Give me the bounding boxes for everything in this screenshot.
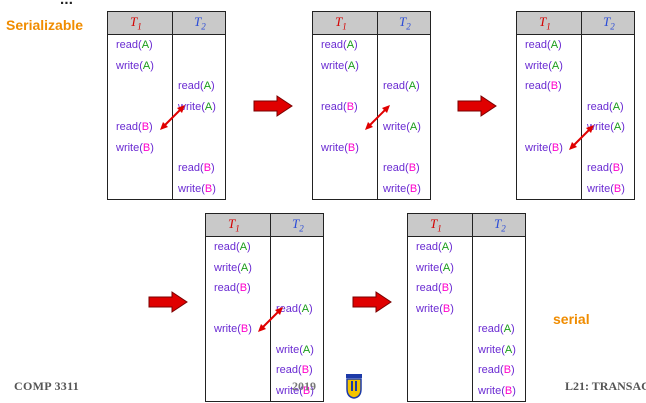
header-t1: T1 (228, 216, 240, 234)
schedule-table-2: T1 T2 read(A) write(A) read(A) read(B) write(A… (312, 11, 431, 200)
schedule-header (408, 214, 525, 237)
operation-read-B: read(B) (276, 364, 313, 376)
transition-arrow-3 (148, 291, 188, 313)
operation-write-A: write(A) (116, 59, 154, 72)
operation-read-A: read(A) (478, 323, 515, 335)
header-t2: T2 (292, 216, 304, 234)
top-fragment-text: ... (60, 0, 73, 6)
operation-write-A: write(A) (478, 343, 516, 356)
operation-read-B: read(B) (383, 162, 420, 174)
operation-write-B: write(B) (383, 182, 421, 195)
header-t2: T2 (603, 14, 615, 32)
operation-read-B: read(B) (178, 162, 215, 174)
header-t1: T1 (335, 14, 347, 32)
swap-arrow-icon (160, 104, 185, 130)
swap-arrow-icon (569, 125, 594, 150)
operation-write-A: write(A) (321, 59, 359, 72)
swap-arrow-icon (365, 104, 390, 130)
schedule-header (313, 12, 430, 35)
schedule-header (517, 12, 634, 35)
schedule-header (206, 214, 323, 237)
header-t1: T1 (539, 14, 551, 32)
column-divider (472, 214, 473, 401)
operation-read-B: read(B) (116, 121, 153, 133)
operation-write-A: write(A) (416, 261, 454, 274)
operation-write-A: write(A) (525, 59, 563, 72)
operation-write-B: write(B) (321, 141, 359, 154)
serializable-label: Serializable (6, 17, 84, 33)
header-t2: T2 (194, 14, 206, 32)
operation-read-A: read(A) (321, 39, 358, 51)
operation-read-A: read(A) (525, 39, 562, 51)
operation-write-A: write(A) (214, 261, 252, 274)
operation-read-A: read(A) (383, 80, 420, 92)
schedule-table-3: T1 T2 read(A) write(A) read(B) read(A) write(A… (516, 11, 635, 200)
schedule-table-1: T1 T2 read(A) write(A) read(A) write(A) read(B… (107, 11, 226, 200)
swap-arrow-icon (258, 306, 283, 332)
footer-lecture: L21: TRANSACT (565, 379, 646, 393)
operation-write-B: write(B) (116, 141, 154, 154)
top-text-fragment: ... (0, 0, 646, 6)
operation-read-A: read(A) (416, 241, 453, 253)
operation-read-A: read(A) (587, 100, 624, 113)
operation-write-A: write(A) (276, 343, 314, 356)
operation-read-B: read(B) (525, 80, 562, 92)
schedule-header (108, 12, 225, 35)
operation-read-B: read(B) (416, 282, 453, 294)
operation-read-A: read(A) (214, 241, 251, 253)
operation-read-B: read(B) (478, 364, 515, 376)
header-subscript: 2 (201, 21, 206, 32)
operation-write-B: write(B) (416, 302, 454, 315)
header-t2: T2 (494, 216, 506, 234)
transition-arrow-1 (253, 95, 293, 117)
operation-write-B: write(B) (214, 323, 252, 335)
header-subscript: 1 (235, 223, 240, 234)
operation-read-B: read(B) (321, 100, 358, 113)
operation-read-A: read(A) (178, 80, 215, 92)
operation-read-B: read(B) (587, 162, 624, 174)
operation-write-B: write(B) (178, 182, 216, 195)
footer-year: 2019 (292, 379, 316, 393)
header-subscript: 1 (342, 21, 347, 32)
operation-write-B: write(B) (587, 182, 625, 195)
header-subscript: 1 (546, 21, 551, 32)
operation-write-B: write(B) (478, 384, 516, 397)
header-t1: T1 (130, 14, 142, 32)
operation-read-A: read(A) (116, 39, 153, 51)
serial-label: serial (553, 311, 590, 327)
header-subscript: 1 (437, 223, 442, 234)
header-subscript: 2 (299, 223, 304, 234)
column-divider (581, 12, 582, 199)
schedule-table-5: T1 T2 read(A) write(A) read(B) write(B) read(A… (407, 213, 526, 402)
transition-arrow-2 (457, 95, 497, 117)
header-t2: T2 (399, 14, 411, 32)
header-subscript: 2 (501, 223, 506, 234)
header-subscript: 1 (137, 21, 142, 32)
operation-read-B: read(B) (214, 282, 251, 294)
transition-arrow-4 (352, 291, 392, 313)
university-logo-icon (346, 374, 362, 399)
header-subscript: 2 (610, 21, 615, 32)
header-t1: T1 (430, 216, 442, 234)
operation-write-B: write(B) (525, 141, 563, 154)
header-subscript: 2 (406, 21, 411, 32)
schedule-table-4: T1 T2 read(A) write(A) read(B) read(A) write(B… (205, 213, 324, 402)
footer-course: COMP 3311 (14, 379, 80, 393)
